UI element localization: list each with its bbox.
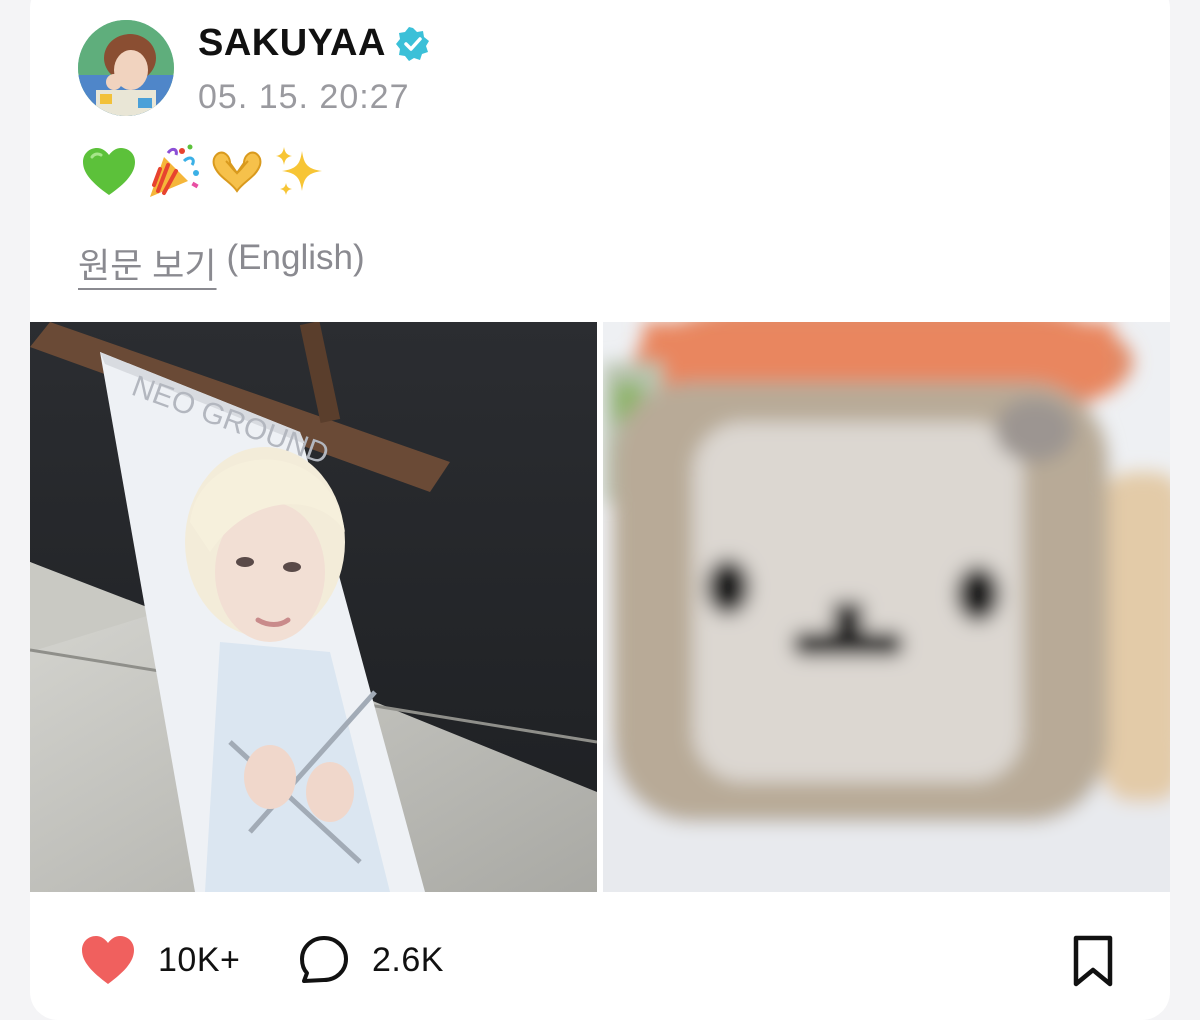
username[interactable]: SAKUYAA (198, 22, 430, 65)
comment-count: 2.6K (372, 940, 444, 979)
post-timestamp: 05. 15. 20:27 (198, 78, 410, 116)
avatar[interactable] (78, 20, 174, 116)
comment-bubble-icon (300, 936, 348, 983)
like-count: 10K+ (158, 940, 241, 979)
translation-language: (English) (226, 238, 365, 277)
green-heart-icon (83, 148, 135, 195)
bookmark-icon[interactable] (1068, 934, 1118, 988)
post-actions: 10K+ 2.6K (0, 920, 1200, 1000)
username-text: SAKUYAA (198, 22, 386, 64)
post-text (80, 140, 330, 204)
heart-icon (82, 936, 134, 984)
like-button[interactable]: 10K+ (80, 920, 240, 1000)
heart-hands-icon (212, 151, 262, 193)
post-photo-banner[interactable]: NEO GROUND (30, 322, 597, 892)
party-popper-icon (150, 144, 199, 197)
verified-badge-icon (395, 26, 429, 61)
post-photo-figure[interactable] (603, 322, 1170, 892)
sparkles-icon (276, 147, 322, 195)
comment-button[interactable]: 2.6K (298, 920, 444, 1000)
translation-row: 원문 보기 (English) (78, 238, 365, 289)
view-original-link[interactable]: 원문 보기 (78, 238, 217, 289)
